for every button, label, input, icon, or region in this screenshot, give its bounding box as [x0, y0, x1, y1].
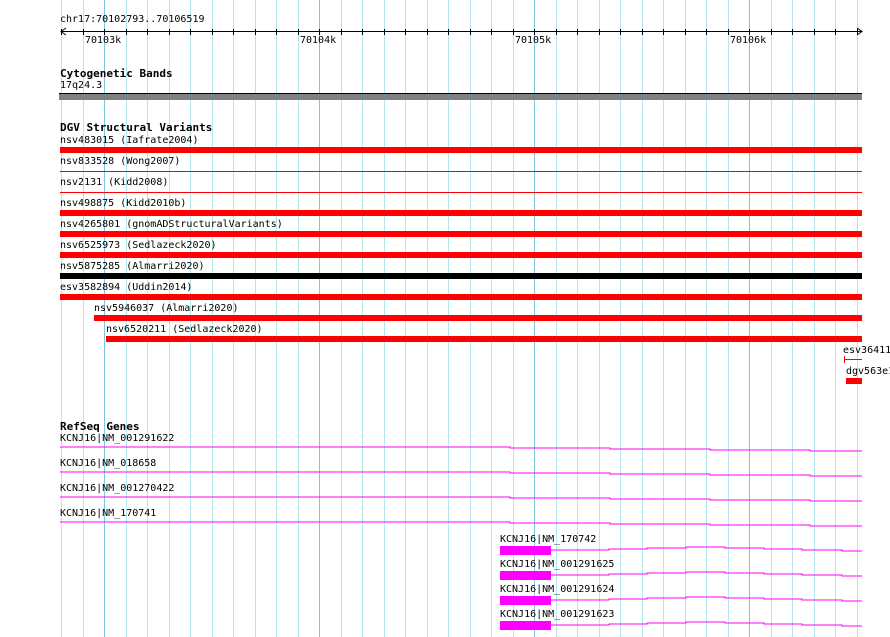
ruler-location: chr17:70102793..70106519 — [60, 14, 205, 25]
dgv-feature-label: nsv6520211 (Sedlazeck2020) — [106, 324, 263, 335]
dgv-feature-label: esv36411 — [843, 345, 890, 356]
dgv-feature-bar[interactable] — [60, 192, 862, 193]
transcript-label: KCNJ16|NM_001291623 — [500, 609, 615, 620]
dgv-feature-label: nsv4265801 (gnomADStructuralVariants) — [60, 219, 283, 230]
dgv-feature-label: nsv6525973 (Sedlazeck2020) — [60, 240, 217, 251]
dgv-feature-bar[interactable] — [846, 378, 862, 384]
dgv-feature-label: nsv5875285 (Almarri2020) — [60, 261, 205, 272]
dgv-feature-bar[interactable] — [94, 315, 862, 321]
ruler-tick-label: 70105k — [515, 35, 552, 46]
dgv-feature-label: dgv563e1 — [846, 366, 890, 377]
transcript-label: KCNJ16|NM_001270422 — [60, 483, 175, 494]
transcript-intron-line — [60, 471, 862, 477]
dgv-feature-bar[interactable] — [60, 273, 862, 279]
track-title-cytobands: Cytogenetic Bands — [60, 67, 173, 80]
dgv-feature-label: nsv2131 (Kidd2008) — [60, 177, 169, 188]
dgv-feature-bar[interactable] — [60, 252, 862, 258]
dgv-feature-bar[interactable] — [60, 294, 862, 300]
dgv-feature-label: esv3582894 (Uddin2014) — [60, 282, 193, 293]
dgv-feature-label: nsv5946037 (Almarri2020) — [94, 303, 239, 314]
dgv-feature-label: nsv833528 (Wong2007) — [60, 156, 181, 167]
dgv-feature-bar[interactable] — [60, 171, 862, 172]
transcript-intron-line — [60, 521, 862, 527]
transcript-intron-line — [60, 446, 862, 452]
transcript-label: KCNJ16|NM_001291624 — [500, 584, 615, 595]
transcript-exon[interactable] — [500, 621, 551, 630]
ruler-tick-label: 70106k — [730, 35, 767, 46]
dgv-feature-end-tick — [844, 356, 845, 363]
ruler-tick-label: 70103k — [85, 35, 122, 46]
dgv-feature-bar[interactable] — [106, 336, 862, 342]
transcript-exon[interactable] — [500, 596, 551, 605]
transcript-label: KCNJ16|NM_170742 — [500, 534, 597, 545]
ruler-tick-label: 70104k — [300, 35, 337, 46]
cytoband-bar[interactable] — [59, 93, 862, 100]
dgv-feature-label: nsv483015 (Iafrate2004) — [60, 135, 199, 146]
dgv-feature-label: nsv498875 (Kidd2010b) — [60, 198, 187, 209]
dgv-feature-bar[interactable] — [60, 147, 862, 153]
transcript-label: KCNJ16|NM_001291625 — [500, 559, 615, 570]
transcript-exon[interactable] — [500, 546, 551, 555]
dgv-feature-bar[interactable] — [60, 231, 862, 237]
transcript-label: KCNJ16|NM_018658 — [60, 458, 157, 469]
transcript-label: KCNJ16|NM_001291622 — [60, 433, 175, 444]
track-title-refseq: RefSeq Genes — [60, 420, 140, 433]
transcript-label: KCNJ16|NM_170741 — [60, 508, 157, 519]
dgv-feature-bar[interactable] — [844, 359, 862, 360]
cytoband-label: 17q24.3 — [60, 80, 103, 91]
track-title-dgv: DGV Structural Variants — [60, 121, 213, 134]
dgv-feature-bar[interactable] — [60, 210, 862, 216]
transcript-intron-line — [60, 496, 862, 502]
transcript-exon[interactable] — [500, 571, 551, 580]
